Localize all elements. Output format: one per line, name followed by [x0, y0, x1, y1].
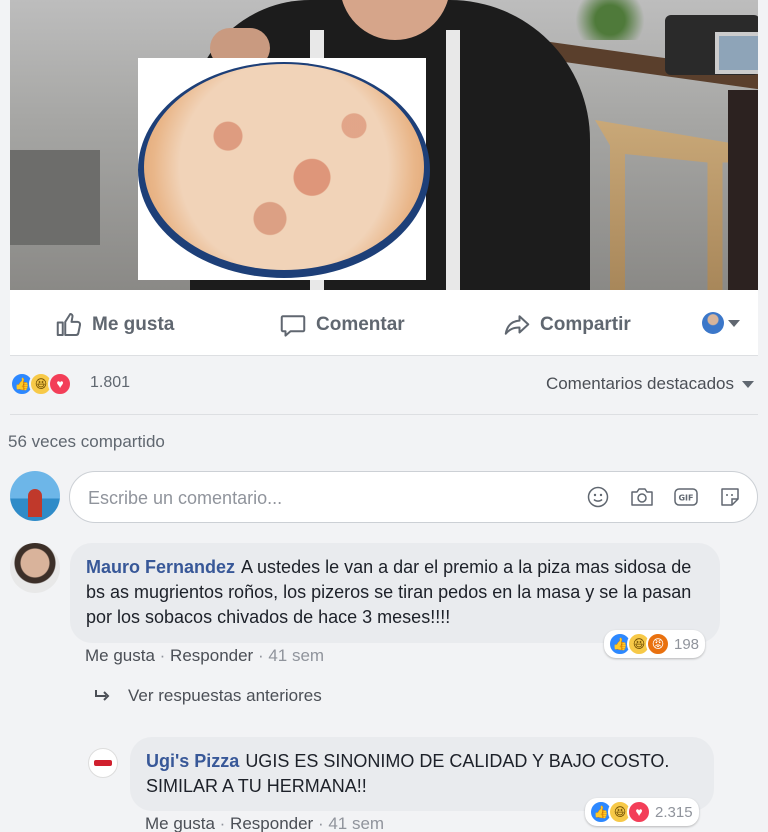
share-arrow-icon: [504, 315, 530, 335]
composer-tools: GIF: [585, 484, 743, 510]
reply-reply-link[interactable]: Responder: [230, 814, 313, 832]
comment-reactions[interactable]: 👍 😆 😡 198: [604, 630, 706, 658]
like-button[interactable]: Me gusta: [54, 310, 174, 340]
thumbs-up-icon: [56, 313, 82, 336]
comment-button[interactable]: Comentar: [278, 310, 405, 340]
comment-reaction-count: 198: [674, 635, 700, 653]
view-previous-replies-label: Ver respuestas anteriores: [128, 686, 322, 705]
photo-screen: [715, 32, 758, 74]
comment-author[interactable]: Mauro Fernandez: [86, 557, 235, 577]
comment-time[interactable]: 41 sem: [268, 646, 324, 665]
angry-reaction-icon: 😡: [646, 632, 670, 656]
comment-sort-label: Comentarios destacados: [545, 374, 734, 393]
view-previous-replies[interactable]: Ver respuestas anteriores: [94, 686, 322, 706]
photo-counter: [10, 150, 100, 245]
emoji-icon[interactable]: [585, 484, 611, 510]
share-button[interactable]: Compartir: [502, 310, 631, 340]
reply-author[interactable]: Ugi's Pizza: [146, 751, 239, 771]
profile-avatar-icon: [702, 312, 724, 334]
comment-reply-link[interactable]: Responder: [170, 646, 253, 665]
like-button-label: Me gusta: [92, 314, 175, 335]
comment-bubble-icon: [280, 315, 306, 337]
reply-reactions[interactable]: 👍 😆 ♥ 2.315: [585, 798, 699, 826]
avatar[interactable]: [10, 471, 60, 521]
comment-input[interactable]: Escribe un comentario... GIF: [69, 471, 758, 523]
divider: [10, 414, 758, 415]
reactions-summary: 👍 😆 ♥ 1.801 Comentarios destacados: [10, 368, 758, 400]
ugis-logo-icon: [94, 760, 112, 766]
love-reaction-icon: ♥: [627, 800, 651, 824]
post-action-bar: Me gusta Comentar Compartir: [10, 290, 758, 356]
share-button-label: Compartir: [540, 314, 631, 335]
chevron-down-icon: [742, 380, 754, 388]
avatar[interactable]: [88, 748, 118, 778]
reply-arrow-icon: [95, 690, 110, 701]
comment-meta: Me gusta · Responder · 41 sem: [85, 646, 325, 665]
sticker-icon[interactable]: [717, 484, 743, 510]
comment-like-link[interactable]: Me gusta: [85, 646, 155, 665]
post-photo[interactable]: [10, 0, 758, 290]
reply-meta: Me gusta · Responder · 41 sem: [145, 814, 385, 832]
pizza-image: [138, 58, 430, 280]
avatar[interactable]: [10, 543, 60, 593]
pizza: [144, 64, 424, 270]
chevron-down-icon: [728, 319, 740, 327]
comment-bubble: Mauro Fernandez A ustedes le van a dar el…: [70, 543, 720, 643]
gif-icon[interactable]: GIF: [673, 484, 699, 510]
photo-table-leg: [728, 90, 758, 290]
camera-icon[interactable]: [629, 484, 655, 510]
love-reaction-icon: ♥: [48, 372, 72, 396]
comment-sort-dropdown[interactable]: Comentarios destacados: [546, 374, 754, 394]
comment-button-label: Comentar: [316, 314, 405, 335]
svg-text:GIF: GIF: [678, 494, 693, 503]
comment-input-placeholder: Escribe un comentario...: [88, 488, 283, 508]
reaction-icons[interactable]: 👍 😆 ♥: [10, 372, 72, 396]
reply-time[interactable]: 41 sem: [328, 814, 384, 832]
reply-reaction-count: 2.315: [655, 803, 693, 821]
photo-plant: [565, 0, 655, 40]
reaction-count[interactable]: 1.801: [90, 374, 130, 392]
reply-like-link[interactable]: Me gusta: [145, 814, 215, 832]
reaction-as-selector[interactable]: [702, 312, 740, 334]
share-count[interactable]: 56 veces compartido: [8, 432, 165, 452]
